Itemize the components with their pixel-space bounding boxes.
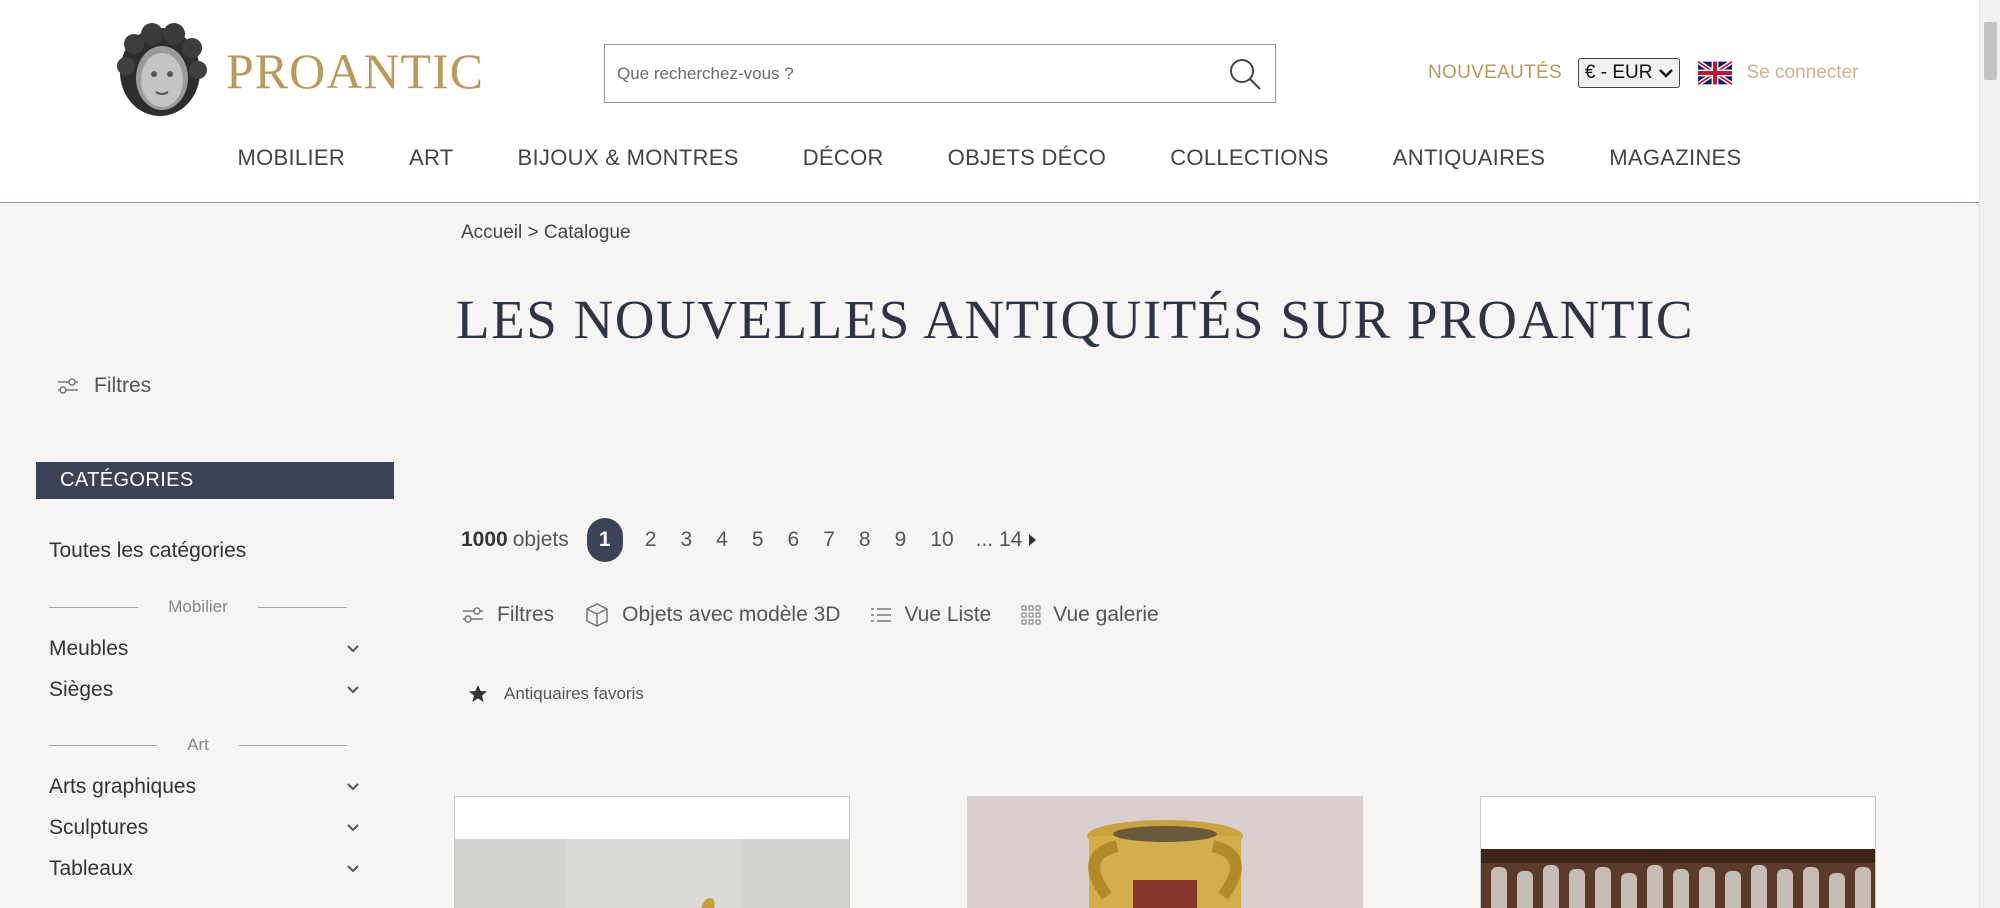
chevron-down-icon	[347, 865, 359, 873]
logo-bust-icon	[117, 23, 207, 116]
page-link[interactable]: 5	[740, 528, 776, 552]
brand-name: PROANTIC	[226, 43, 485, 99]
page-scrollbar[interactable]	[1979, 0, 2000, 908]
categories-header: CATÉGORIES	[36, 462, 394, 499]
search-button[interactable]	[1215, 45, 1275, 102]
filter-sliders-icon	[58, 378, 78, 394]
list-view-button[interactable]: Vue Liste	[870, 603, 991, 627]
nav-item-magazines[interactable]: MAGAZINES	[1577, 145, 1773, 171]
login-link[interactable]: Se connecter	[1747, 62, 1859, 84]
favorite-dealers-toggle[interactable]: Antiquaires favoris	[468, 684, 644, 704]
nav-item-art[interactable]: ART	[377, 145, 486, 171]
nav-item-objets-deco[interactable]: OBJETS DÉCO	[916, 145, 1139, 171]
sidebar-item-meubles[interactable]: Meubles	[49, 637, 361, 661]
group-label: Mobilier	[168, 597, 228, 616]
currency-select[interactable]: € - EUR	[1577, 58, 1680, 88]
header-actions: NOUVEAUTÉS € - EUR Se connecter	[1428, 56, 1858, 90]
breadcrumb[interactable]: Accueil > Catalogue	[461, 222, 631, 244]
gallery-view-button[interactable]: Vue galerie	[1021, 603, 1159, 627]
gallery-view-label: Vue galerie	[1053, 603, 1159, 626]
item-count: 1000	[461, 528, 508, 551]
models-3d-toggle[interactable]: Objets avec modèle 3D	[584, 602, 840, 628]
pagination: 1000 objets 1 2 3 4 5 6 7 8 9 10 ... 14	[461, 518, 1038, 562]
star-icon	[469, 685, 487, 702]
list-view-icon	[871, 608, 892, 622]
sidebar-item-sculptures[interactable]: Sculptures	[49, 816, 361, 840]
logo[interactable]: PROANTIC	[112, 20, 484, 122]
sidebar-filters-label: Filtres	[94, 374, 152, 397]
chevron-down-icon	[347, 783, 359, 791]
sidebar-filters-button[interactable]: Filtres	[56, 374, 151, 398]
view-toolbar: Filtres Objets avec modèle 3D Vue Liste	[461, 602, 1189, 628]
product-card[interactable]	[1480, 796, 1876, 908]
group-divider-mobilier: Mobilier	[49, 597, 347, 617]
cube-3d-icon	[586, 603, 608, 627]
main-nav: MOBILIER ART BIJOUX & MONTRES DÉCOR OBJE…	[0, 145, 1979, 171]
page-link[interactable]: 3	[668, 528, 704, 552]
nav-item-antiquaires[interactable]: ANTIQUAIRES	[1361, 145, 1577, 171]
search-icon	[1230, 58, 1261, 90]
sidebar-item-label: Tableaux	[49, 857, 134, 880]
models-3d-label: Objets avec modèle 3D	[622, 603, 841, 626]
page-link-last[interactable]: ... 14	[966, 528, 1023, 552]
chevron-down-icon	[347, 824, 359, 832]
page-link[interactable]: 10	[918, 528, 965, 552]
filters-button[interactable]: Filtres	[461, 603, 554, 627]
nav-item-decor[interactable]: DÉCOR	[771, 145, 916, 171]
nav-item-mobilier[interactable]: MOBILIER	[205, 145, 377, 171]
page-title: LES NOUVELLES ANTIQUITÉS SUR PROANTIC	[456, 289, 1694, 350]
chevron-down-icon	[347, 645, 359, 653]
item-count-label: objets	[512, 528, 569, 551]
page-link[interactable]: 9	[883, 528, 919, 552]
uk-flag-icon[interactable]	[1697, 61, 1732, 85]
group-divider-art: Art	[49, 735, 348, 755]
group-label: Art	[187, 735, 209, 754]
sidebar-item-label: Meubles	[49, 637, 129, 660]
filter-sliders-icon	[463, 607, 483, 623]
list-view-label: Vue Liste	[904, 603, 992, 626]
page-link[interactable]: 4	[704, 528, 740, 552]
all-categories-link[interactable]: Toutes les catégories	[49, 539, 246, 563]
page-link[interactable]: 6	[776, 528, 812, 552]
search-input[interactable]	[605, 45, 1215, 102]
product-card[interactable]	[454, 796, 850, 908]
nav-item-bijoux-montres[interactable]: BIJOUX & MONTRES	[486, 145, 771, 171]
nouveautes-link[interactable]: NOUVEAUTÉS	[1428, 62, 1562, 84]
site-header: PROANTIC NOUVEAUTÉS € - EUR Se connecter	[0, 0, 1979, 203]
product-card[interactable]	[967, 796, 1363, 908]
sidebar-item-label: Sièges	[49, 678, 114, 701]
sidebar-item-label: Arts graphiques	[49, 775, 197, 798]
product-image	[1481, 849, 1875, 908]
grid-view-icon	[1021, 605, 1041, 625]
page-link[interactable]: 8	[847, 528, 883, 552]
nav-item-collections[interactable]: COLLECTIONS	[1138, 145, 1361, 171]
search-box	[604, 44, 1276, 103]
product-image	[455, 839, 849, 908]
page-link[interactable]: 7	[811, 528, 847, 552]
favorite-dealers-label: Antiquaires favoris	[504, 684, 644, 703]
page-link[interactable]: 2	[633, 528, 669, 552]
sidebar-item-label: Sculptures	[49, 816, 149, 839]
product-image	[967, 796, 1363, 908]
chevron-down-icon	[1658, 69, 1673, 78]
page-current[interactable]: 1	[586, 518, 623, 562]
next-page-icon[interactable]	[1026, 532, 1038, 548]
sidebar-item-tableaux[interactable]: Tableaux	[49, 857, 361, 881]
scrollbar-thumb[interactable]	[1984, 22, 1997, 80]
sidebar-item-sieges[interactable]: Sièges	[49, 678, 361, 702]
sidebar-item-arts-graphiques[interactable]: Arts graphiques	[49, 775, 361, 799]
currency-value: € - EUR	[1584, 62, 1653, 83]
chevron-down-icon	[347, 686, 359, 694]
filters-label: Filtres	[497, 603, 555, 626]
